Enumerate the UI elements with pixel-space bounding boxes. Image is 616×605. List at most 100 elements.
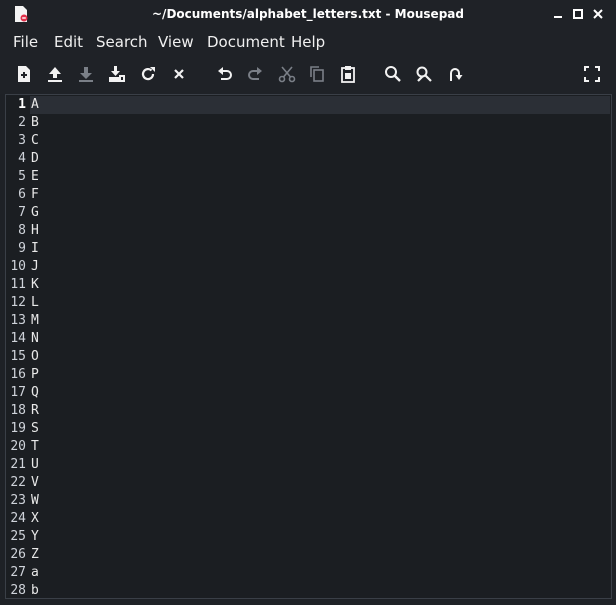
line-number: 10 bbox=[10, 259, 26, 274]
editor-line[interactable]: 16 P bbox=[6, 366, 611, 384]
line-text[interactable]: H bbox=[31, 222, 39, 240]
window-title: ~/Documents/alphabet_letters.txt - Mouse… bbox=[152, 7, 464, 21]
line-text[interactable]: X bbox=[31, 510, 39, 528]
editor-line[interactable]: 10 J bbox=[6, 258, 611, 276]
editor-line[interactable]: 4D bbox=[6, 150, 611, 168]
line-text[interactable]: N bbox=[31, 330, 39, 348]
editor-line[interactable]: 6F bbox=[6, 186, 611, 204]
line-text[interactable]: E bbox=[31, 168, 39, 186]
title-bar[interactable]: ~/Documents/alphabet_letters.txt - Mouse… bbox=[0, 0, 616, 28]
editor-line[interactable]: 14 N bbox=[6, 330, 611, 348]
editor-line[interactable]: 26 Z bbox=[6, 546, 611, 564]
editor-line[interactable]: 24 X bbox=[6, 510, 611, 528]
text-editor-area[interactable]: 1 A 2 B 3 C 4 D 5 E 6 F 7 G 8 H 9 I 10 J 11 K 12 L 13 M 14 N 15 O 16 P 1… bbox=[5, 94, 612, 599]
line-text[interactable]: b bbox=[31, 582, 39, 598]
new-document-icon[interactable] bbox=[15, 65, 33, 83]
editor-line[interactable]: 15 O bbox=[6, 348, 611, 366]
line-text[interactable]: I bbox=[31, 240, 39, 258]
cut-icon[interactable] bbox=[278, 65, 296, 83]
line-number: 20 bbox=[10, 439, 26, 454]
editor-line[interactable]: 23 W bbox=[6, 492, 611, 510]
editor-line[interactable]: 17 Q bbox=[6, 384, 611, 402]
editor-line[interactable]: 19 S bbox=[6, 420, 611, 438]
line-number: 4 bbox=[18, 151, 26, 166]
line-number: 24 bbox=[10, 511, 26, 526]
redo-icon[interactable] bbox=[246, 65, 264, 83]
line-number: 3 bbox=[18, 133, 26, 148]
line-number: 9 bbox=[18, 241, 26, 256]
maximize-icon[interactable] bbox=[570, 6, 586, 22]
line-number: 19 bbox=[10, 421, 26, 436]
line-text[interactable]: D bbox=[31, 150, 39, 168]
line-text[interactable]: R bbox=[31, 402, 39, 420]
editor-line[interactable]: 13 M bbox=[6, 312, 611, 330]
editor-line[interactable]: 27 a bbox=[6, 564, 611, 582]
line-text[interactable]: T bbox=[31, 438, 39, 456]
reload-icon[interactable] bbox=[139, 65, 157, 83]
open-icon[interactable] bbox=[46, 65, 64, 83]
line-text[interactable]: O bbox=[31, 348, 39, 366]
line-text[interactable]: C bbox=[31, 132, 39, 150]
line-text[interactable]: Y bbox=[31, 528, 39, 546]
editor-line[interactable]: 1A bbox=[6, 96, 611, 114]
line-text[interactable]: a bbox=[31, 564, 39, 582]
close-tab-icon[interactable] bbox=[170, 65, 188, 83]
editor-line[interactable]: 5E bbox=[6, 168, 611, 186]
window-bottom-border bbox=[0, 600, 616, 605]
save-icon[interactable] bbox=[77, 65, 95, 83]
copy-icon[interactable] bbox=[308, 65, 326, 83]
paste-icon[interactable] bbox=[339, 65, 357, 83]
line-number: 18 bbox=[10, 403, 26, 418]
editor-line[interactable]: 7G bbox=[6, 204, 611, 222]
menu-search[interactable]: Search bbox=[96, 33, 148, 51]
minimize-icon[interactable] bbox=[550, 6, 566, 22]
save-as-icon[interactable] bbox=[108, 65, 126, 83]
line-text[interactable]: U bbox=[31, 456, 39, 474]
line-number: 16 bbox=[10, 367, 26, 382]
line-number: 7 bbox=[18, 205, 26, 220]
editor-line[interactable]: 2B bbox=[6, 114, 611, 132]
editor-line[interactable]: 8H bbox=[6, 222, 611, 240]
editor-line[interactable]: 18 R bbox=[6, 402, 611, 420]
find-replace-icon[interactable] bbox=[415, 65, 433, 83]
line-number: 14 bbox=[10, 331, 26, 346]
line-text[interactable]: S bbox=[31, 420, 39, 438]
fullscreen-icon[interactable] bbox=[583, 65, 601, 83]
line-text[interactable]: Z bbox=[31, 546, 39, 564]
close-icon[interactable] bbox=[590, 6, 606, 22]
line-text[interactable]: M bbox=[31, 312, 39, 330]
line-text[interactable]: W bbox=[31, 492, 39, 510]
line-number: 25 bbox=[10, 529, 26, 544]
find-icon[interactable] bbox=[384, 65, 402, 83]
line-text[interactable]: P bbox=[31, 366, 39, 384]
menu-edit[interactable]: Edit bbox=[54, 33, 83, 51]
line-text[interactable]: V bbox=[31, 474, 39, 492]
line-text[interactable]: K bbox=[31, 276, 39, 294]
editor-line[interactable]: 12 L bbox=[6, 294, 611, 312]
goto-line-icon[interactable] bbox=[446, 65, 464, 83]
line-text[interactable]: Q bbox=[31, 384, 39, 402]
line-text[interactable]: L bbox=[31, 294, 39, 312]
editor-lines: 1 A 2 B 3 C 4 D 5 E 6 F 7 G 8 H 9 I 10 J 11 K 12 L 13 M 14 N 15 O 16 P 1… bbox=[6, 96, 611, 598]
editor-line[interactable]: 11 K bbox=[6, 276, 611, 294]
line-text[interactable]: B bbox=[31, 114, 39, 132]
menu-help[interactable]: Help bbox=[291, 33, 325, 51]
editor-line[interactable]: 28 b bbox=[6, 582, 611, 598]
menu-document[interactable]: Document bbox=[207, 33, 285, 51]
line-text[interactable]: J bbox=[31, 258, 39, 276]
menu-file[interactable]: File bbox=[13, 33, 38, 51]
editor-line[interactable]: 9I bbox=[6, 240, 611, 258]
undo-icon[interactable] bbox=[216, 65, 234, 83]
line-number: 8 bbox=[18, 223, 26, 238]
editor-line[interactable]: 21 U bbox=[6, 456, 611, 474]
editor-line[interactable]: 20 T bbox=[6, 438, 611, 456]
line-text[interactable]: F bbox=[31, 186, 39, 204]
menu-view[interactable]: View bbox=[158, 33, 194, 51]
line-text[interactable]: G bbox=[31, 204, 39, 222]
editor-line[interactable]: 22 V bbox=[6, 474, 611, 492]
line-number: 5 bbox=[18, 169, 26, 184]
editor-line[interactable]: 3C bbox=[6, 132, 611, 150]
line-text[interactable]: A bbox=[31, 96, 39, 114]
editor-line[interactable]: 25 Y bbox=[6, 528, 611, 546]
line-number: 12 bbox=[10, 295, 26, 310]
